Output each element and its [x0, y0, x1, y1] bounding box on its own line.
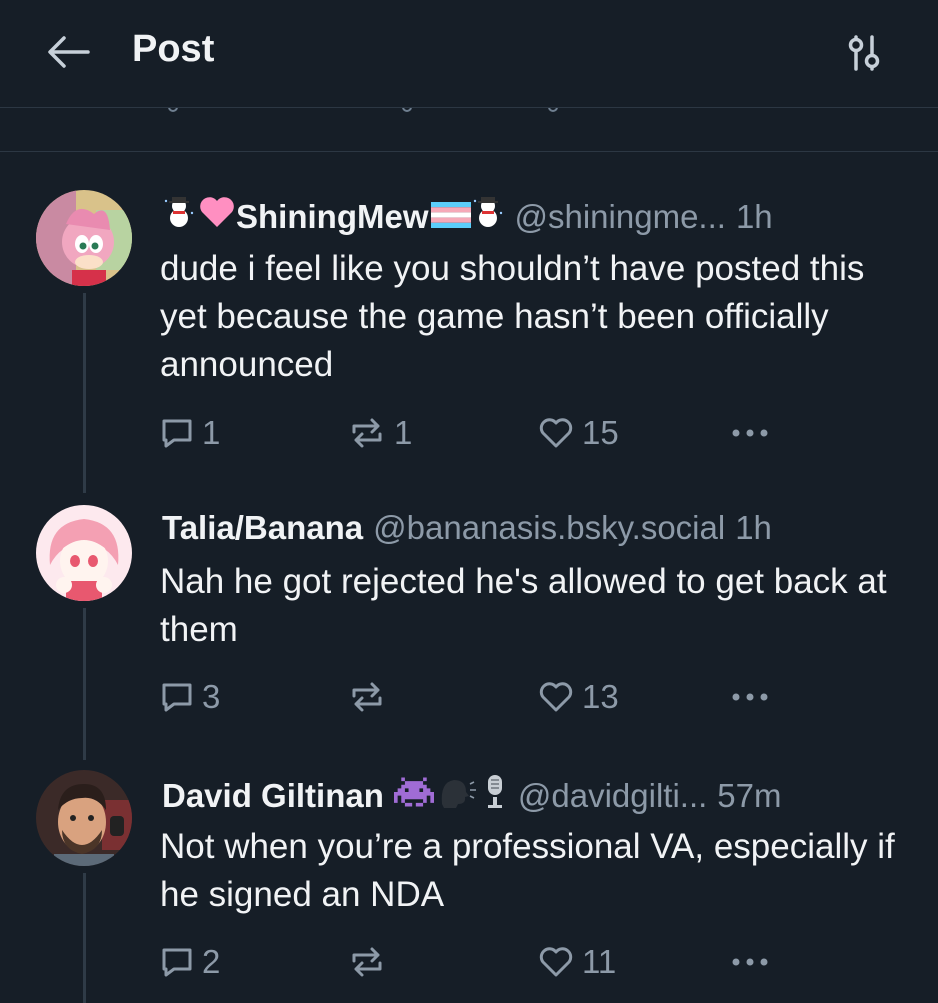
like-count: 11: [582, 943, 617, 980]
post-text: Not when you’re a professional VA, espec…: [160, 827, 895, 914]
like-button[interactable]: 13: [538, 675, 619, 719]
heart-icon: [539, 418, 573, 448]
pink-heart-icon: [198, 195, 236, 238]
reply-icon: [162, 419, 192, 448]
display-name[interactable]: ShiningMew: [236, 197, 429, 237]
like-button[interactable]: 15: [538, 411, 619, 455]
ellipsis-icon: [732, 693, 768, 701]
post-actions: 2 11: [160, 940, 900, 984]
avatar-image-anime: [36, 505, 132, 601]
repost-button[interactable]: [348, 940, 394, 984]
page-title: Post: [132, 28, 215, 70]
thread-settings-button[interactable]: [836, 28, 892, 78]
reply-icon: [162, 948, 192, 977]
ellipsis-icon: [732, 429, 768, 437]
avatar[interactable]: [36, 190, 132, 286]
heart-icon: [539, 682, 573, 712]
post-meta: ShiningMew @shiningme... 1h: [162, 195, 773, 238]
timestamp[interactable]: 57m: [717, 776, 781, 816]
repost-icon: [352, 682, 382, 712]
space-invader-icon: [393, 776, 434, 816]
reply-count: 1: [202, 414, 221, 451]
timestamp[interactable]: 1h: [735, 508, 772, 548]
display-name[interactable]: Talia/Banana: [162, 508, 363, 548]
repost-icon: [352, 418, 382, 448]
like-count: 13: [582, 678, 619, 715]
reply-icon: [162, 683, 192, 712]
thread-line: [83, 293, 86, 493]
repost-button[interactable]: 1: [348, 411, 412, 455]
like-button[interactable]: 11: [538, 940, 616, 984]
top-bar: Post: [0, 0, 938, 108]
post-meta: Talia/Banana @bananasis.bsky.social 1h: [162, 508, 772, 548]
avatar-image-amy: [36, 190, 132, 286]
more-options-button[interactable]: [725, 940, 775, 984]
handle[interactable]: @shiningme...: [515, 197, 726, 237]
back-button[interactable]: [44, 30, 92, 74]
trans-flag-icon: [430, 197, 471, 237]
avatar-image-man: [36, 770, 132, 866]
arrow-left-icon: [48, 36, 90, 68]
post-actions: 3 13: [160, 675, 900, 719]
thread-line: [83, 873, 86, 1003]
snowman-icon: [471, 195, 505, 238]
reply-count: 2: [202, 943, 221, 980]
repost-count: 1: [394, 414, 413, 451]
reply-button[interactable]: 3: [160, 675, 220, 719]
more-options-button[interactable]: [725, 675, 775, 719]
like-count: 15: [582, 414, 619, 451]
speaking-head-icon: [438, 774, 478, 817]
post-actions: 1 1 15: [160, 411, 900, 455]
reply-button[interactable]: 2: [160, 940, 220, 984]
avatar[interactable]: [36, 770, 132, 866]
ellipsis-icon: [732, 958, 768, 966]
heart-icon: [539, 947, 573, 977]
timestamp[interactable]: 1h: [736, 197, 773, 237]
post-text: dude i feel like you shouldn’t have post…: [160, 249, 865, 384]
thread-line: [83, 608, 86, 760]
post-text: Nah he got rejected he's allowed to get …: [160, 562, 887, 649]
display-name[interactable]: David Giltinan: [162, 776, 384, 816]
microphone-icon: [482, 773, 508, 818]
repost-button[interactable]: [348, 675, 394, 719]
reply-button[interactable]: 1: [160, 411, 220, 455]
snowman-icon: [162, 195, 196, 238]
handle[interactable]: @bananasis.bsky.social: [373, 508, 725, 548]
repost-icon: [352, 947, 382, 977]
more-options-button[interactable]: [725, 411, 775, 455]
post-meta: David Giltinan @davidgilti... 57m: [162, 773, 782, 818]
sliders-icon: [848, 35, 880, 71]
avatar[interactable]: [36, 505, 132, 601]
reply-count: 3: [202, 678, 221, 715]
previous-post-actions-cutoff: [0, 108, 938, 152]
handle[interactable]: @davidgilti...: [518, 776, 707, 816]
